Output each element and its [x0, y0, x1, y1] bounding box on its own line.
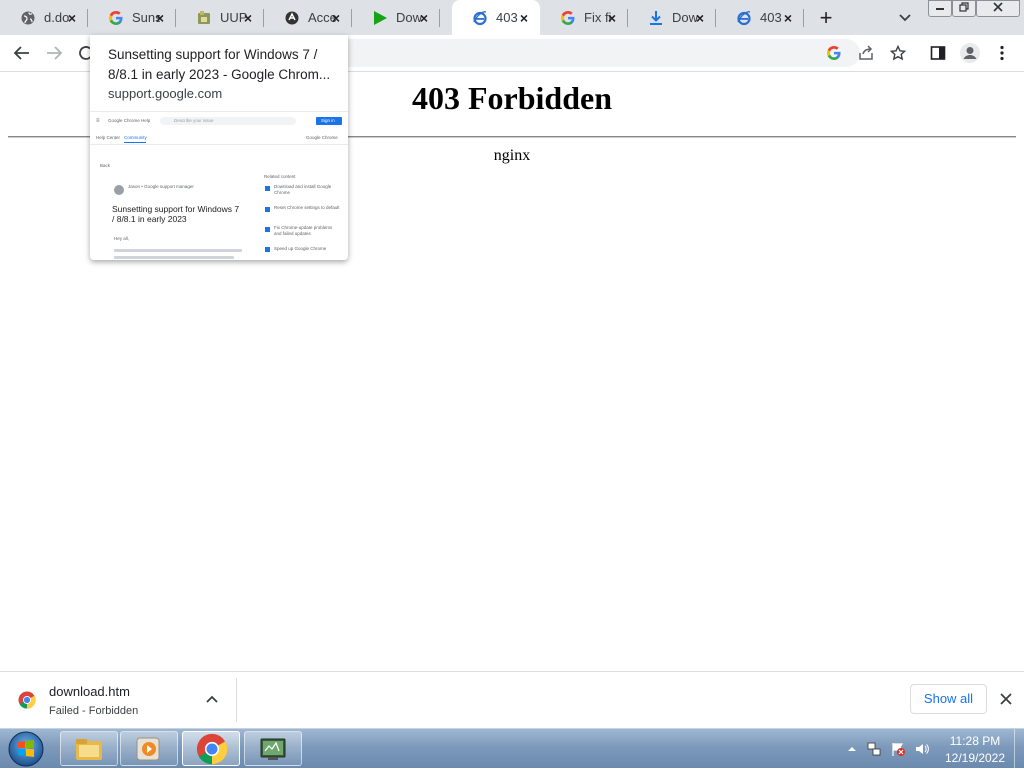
tab-4[interactable]: Acce ×: [264, 0, 352, 35]
thumb-tab-community: Community: [124, 135, 147, 140]
close-icon[interactable]: ×: [62, 8, 82, 28]
thumb-related-icon: [265, 247, 270, 252]
hover-card-thumbnail: ≡ Google Chrome Help Describe your issue…: [90, 111, 348, 260]
hover-card-domain: support.google.com: [108, 86, 223, 101]
close-icon[interactable]: ×: [602, 8, 622, 28]
thumb-right-link: Google Chrome: [306, 135, 338, 140]
thumb-related-item: Fix Chrome-update problems and failed up…: [274, 225, 333, 236]
thumb-related-item: Download and install Google Chrome: [274, 184, 332, 195]
close-icon[interactable]: ×: [150, 8, 170, 28]
action-center-flag-icon[interactable]: [890, 741, 906, 757]
menu-kebab-icon[interactable]: [990, 41, 1014, 65]
chevron-up-icon[interactable]: [202, 690, 222, 710]
tab-3[interactable]: UUP ×: [176, 0, 264, 35]
thumb-related-item: Speed up Google Chrome: [274, 246, 327, 251]
taskbar-explorer[interactable]: [60, 731, 118, 766]
thumb-greeting: Hey all,: [114, 236, 130, 241]
download-file-name[interactable]: download.htm: [49, 684, 130, 699]
thumb-article-title: Sunsetting support for Windows 7 / 8/8.1…: [112, 204, 240, 224]
thumb-related-item: Reset Chrome settings to default: [274, 205, 340, 210]
forward-arrow-icon[interactable]: [42, 41, 66, 65]
thumb-header: Google Chrome Help: [108, 118, 151, 123]
close-icon[interactable]: ×: [326, 8, 346, 28]
close-icon[interactable]: ×: [514, 8, 534, 28]
bookmark-star-icon[interactable]: [886, 41, 910, 65]
close-icon[interactable]: ×: [778, 8, 798, 28]
thumb-back-link: Back: [100, 163, 111, 168]
thumb-author: Jason • Google support manager: [128, 184, 194, 189]
tab-5[interactable]: Dow ×: [352, 0, 440, 35]
thumb-body-line: [114, 249, 242, 252]
tab-separator: [803, 9, 804, 27]
download-status: Failed - Forbidden: [49, 705, 139, 717]
thumb-tab-underline: [124, 142, 146, 143]
thumb-related-icon: [265, 207, 270, 212]
window-close-button[interactable]: [976, 0, 1020, 17]
profile-avatar-icon[interactable]: [958, 41, 982, 65]
start-button[interactable]: [6, 730, 46, 768]
windows-taskbar: 11:28 PM 12/19/2022: [0, 728, 1024, 769]
tab-strip: d.do × Suns × UUP × Acce × Dow × 403 × F…: [0, 0, 1024, 35]
downloads-bar: download.htm Failed - Forbidden Show all: [0, 671, 1024, 729]
tab-9[interactable]: 403 ×: [716, 0, 804, 35]
tab-6-active[interactable]: 403 ×: [452, 0, 540, 35]
thumb-tab-help-center: Help Center: [96, 135, 121, 140]
chrome-icon: [18, 691, 36, 709]
minimize-button[interactable]: [928, 0, 952, 17]
google-lens-icon[interactable]: [822, 41, 846, 65]
tab-1[interactable]: d.do ×: [0, 0, 88, 35]
show-hidden-icons-icon[interactable]: [844, 741, 860, 757]
close-icon[interactable]: ×: [238, 8, 258, 28]
show-desktop-button[interactable]: [1014, 729, 1024, 769]
close-icon[interactable]: [996, 689, 1016, 709]
google-g-icon: [108, 10, 124, 26]
thumb-author-avatar: [114, 185, 124, 195]
thumb-divider: [90, 144, 348, 145]
network-icon[interactable]: [866, 741, 882, 757]
side-panel-icon[interactable]: [926, 41, 950, 65]
globe-icon: [20, 10, 36, 26]
close-icon[interactable]: ×: [690, 8, 710, 28]
taskbar-app[interactable]: [244, 731, 302, 766]
tab-separator: [439, 9, 440, 27]
tab-8[interactable]: Dow ×: [628, 0, 716, 35]
google-g-icon: [560, 10, 576, 26]
thumb-sign-in-label: Sign in: [321, 118, 335, 123]
restore-button[interactable]: [952, 0, 976, 17]
thumb-related-icon: [265, 227, 270, 232]
tab-search-chevron-icon[interactable]: [894, 8, 916, 28]
play-icon: [372, 10, 388, 26]
volume-icon[interactable]: [914, 741, 930, 757]
tab-hover-card: Sunsetting support for Windows 7 / 8/8.1…: [90, 35, 348, 260]
download-icon: [648, 10, 664, 26]
tab-7[interactable]: Fix fi ×: [540, 0, 628, 35]
show-all-button[interactable]: Show all: [910, 684, 987, 714]
thumb-related-icon: [265, 186, 270, 191]
thumb-body-line: [114, 256, 234, 259]
download-separator: [236, 678, 237, 722]
back-arrow-icon[interactable]: [10, 41, 34, 65]
new-tab-button[interactable]: +: [814, 6, 838, 30]
uup-icon: [196, 10, 212, 26]
hover-card-title: Sunsetting support for Windows 7 / 8/8.1…: [108, 47, 331, 82]
share-icon[interactable]: [854, 41, 878, 65]
shield-icon: [284, 10, 300, 26]
ie-icon: [736, 10, 752, 26]
tab-2[interactable]: Suns ×: [88, 0, 176, 35]
taskbar-media-player[interactable]: [120, 731, 178, 766]
taskbar-chrome[interactable]: [182, 731, 240, 766]
ie-icon: [472, 10, 488, 26]
close-icon[interactable]: ×: [414, 8, 434, 28]
clock-date[interactable]: 12/19/2022: [940, 751, 1010, 765]
clock-time[interactable]: 11:28 PM: [940, 734, 1010, 748]
menu-icon: ≡: [96, 118, 100, 124]
thumb-related-header: Related content: [264, 174, 296, 179]
thumb-search-placeholder: Describe your issue: [174, 118, 214, 123]
